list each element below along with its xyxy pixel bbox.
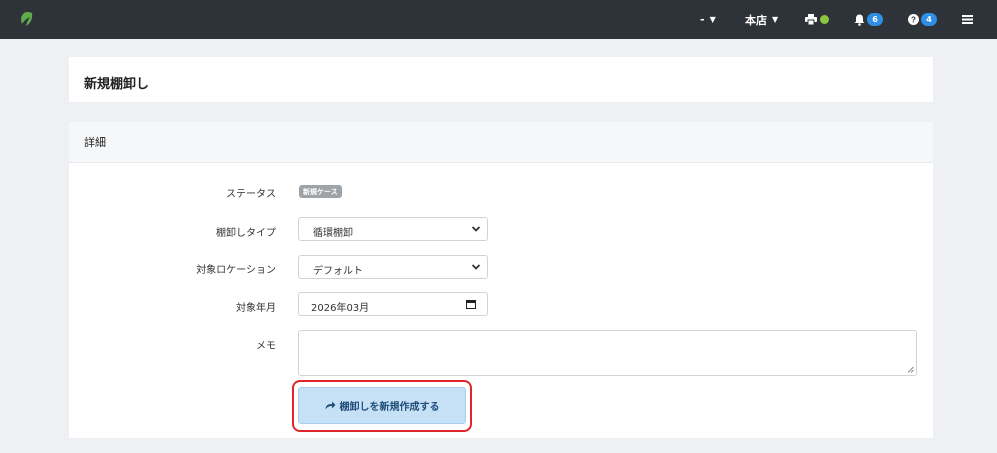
page-title: 新規棚卸し	[84, 77, 150, 92]
printer-status[interactable]	[805, 0, 829, 39]
target-location-label: 対象ロケーション	[196, 265, 276, 276]
share-arrow-icon	[325, 401, 335, 410]
printer-status-dot	[820, 15, 829, 24]
target-location-select[interactable]: デフォルト	[298, 255, 488, 279]
printer-icon	[805, 14, 817, 25]
status-label: ステータス	[226, 189, 276, 200]
notifications-button[interactable]: 6	[854, 0, 883, 39]
question-circle-icon: ?	[908, 14, 919, 25]
hamburger-menu-button[interactable]	[962, 0, 973, 39]
create-inventory-button[interactable]: 棚卸しを新規作成する	[298, 387, 466, 424]
target-month-value: 2026年03月	[311, 303, 370, 314]
inventory-type-label: 棚卸しタイプ	[216, 228, 276, 239]
chevron-down-icon: ▼	[709, 15, 716, 24]
chevron-down-icon: ▼	[772, 15, 779, 24]
chevron-down-icon	[471, 264, 481, 270]
inventory-type-select[interactable]: 循環棚卸	[298, 217, 488, 241]
bell-icon	[854, 14, 865, 26]
status-badge: 新規ケース	[299, 185, 342, 198]
memo-label: メモ	[256, 341, 276, 352]
resize-handle-icon[interactable]	[907, 366, 914, 373]
create-inventory-button-label: 棚卸しを新規作成する	[339, 402, 440, 413]
chevron-down-icon	[471, 226, 481, 232]
user-menu[interactable]: - ▼	[700, 0, 716, 39]
details-section-header: 詳細	[69, 122, 933, 163]
details-panel	[69, 122, 933, 438]
page-title-panel	[69, 57, 933, 102]
svg-text:?: ?	[911, 16, 916, 25]
calendar-icon[interactable]	[466, 299, 476, 309]
user-label: -	[700, 13, 705, 26]
memo-textarea[interactable]	[298, 330, 917, 376]
target-month-label: 対象年月	[236, 303, 276, 314]
app-logo-icon[interactable]	[18, 11, 34, 27]
target-month-input[interactable]: 2026年03月	[298, 292, 488, 316]
store-label: 本店	[745, 13, 767, 27]
store-selector[interactable]: 本店 ▼	[745, 0, 778, 39]
inventory-type-value: 循環棚卸	[313, 228, 353, 239]
target-location-value: デフォルト	[313, 266, 363, 277]
help-count-badge: 4	[921, 13, 937, 26]
help-button[interactable]: ? 4	[908, 0, 937, 39]
details-section-title: 詳細	[84, 136, 106, 149]
top-navbar: - ▼ 本店 ▼ 6 ? 4	[0, 0, 997, 39]
hamburger-menu-icon	[962, 15, 973, 24]
notification-count-badge: 6	[867, 13, 883, 26]
